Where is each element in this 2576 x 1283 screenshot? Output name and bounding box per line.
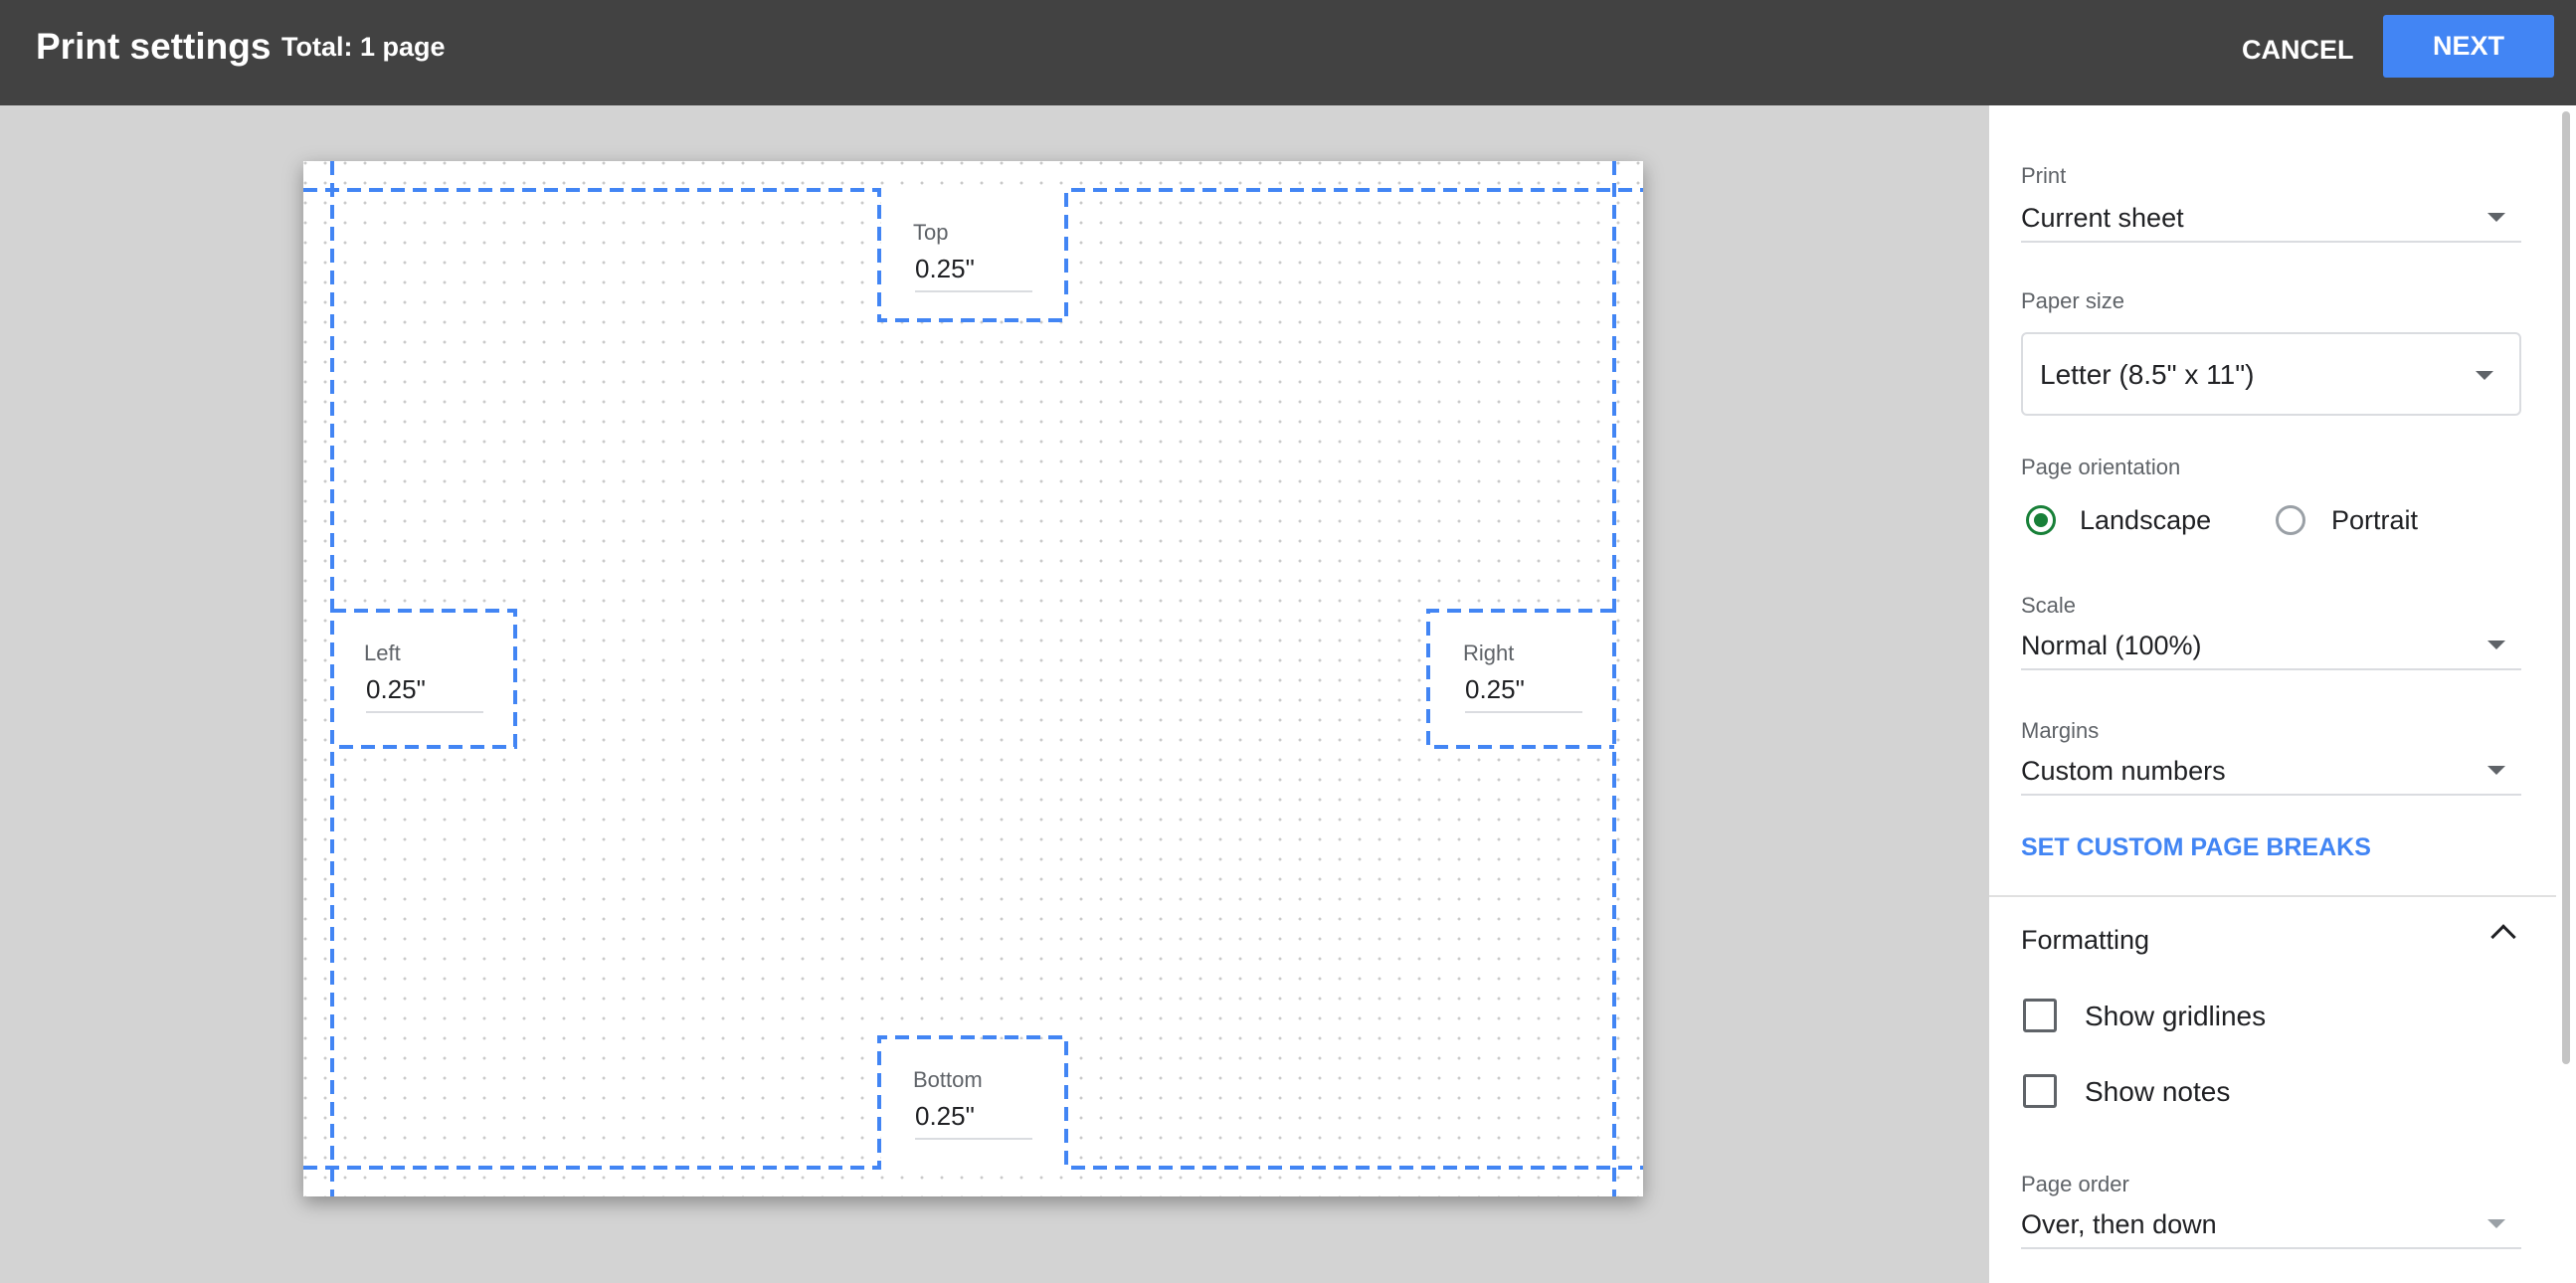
cancel-button[interactable]: CANCEL — [2220, 22, 2376, 78]
top-margin-input[interactable] — [915, 254, 1032, 292]
settings-scrollbar[interactable] — [2562, 111, 2570, 1064]
page-title: Print settings — [36, 26, 272, 67]
right-margin-control: Right — [1430, 613, 1612, 745]
margins-value: Custom numbers — [2021, 756, 2226, 786]
portrait-radio[interactable] — [2276, 505, 2305, 535]
paper-size-select[interactable]: Letter (8.5" x 11") — [2021, 332, 2521, 416]
margins-label: Margins — [2021, 718, 2100, 743]
print-select[interactable]: Current sheet — [2021, 193, 2521, 243]
next-button[interactable]: NEXT — [2383, 15, 2554, 78]
show-notes-checkbox[interactable] — [2023, 1074, 2057, 1108]
top-bar: Print settings Total: 1 page CANCEL NEXT — [0, 0, 2576, 105]
top-margin-control: Top — [881, 192, 1064, 318]
print-preview-area: Top Left Right Bottom — [0, 105, 1989, 1283]
caret-down-icon — [2487, 641, 2505, 649]
top-margin-label: Top — [913, 220, 949, 245]
scale-select[interactable]: Normal (100%) — [2021, 621, 2521, 670]
print-value: Current sheet — [2021, 203, 2184, 233]
right-margin-input[interactable] — [1465, 674, 1582, 713]
left-margin-label: Left — [364, 641, 401, 665]
caret-down-icon — [2487, 766, 2505, 775]
landscape-radio[interactable] — [2026, 505, 2056, 535]
paper-size-value: Letter (8.5" x 11") — [2040, 359, 2255, 390]
scale-value: Normal (100%) — [2021, 631, 2202, 660]
caret-down-icon — [2487, 213, 2505, 222]
landscape-label[interactable]: Landscape — [2080, 505, 2211, 536]
section-divider — [1989, 895, 2556, 897]
bottom-margin-control: Bottom — [881, 1039, 1064, 1166]
caret-down-icon — [2487, 1219, 2505, 1228]
page-order-value: Over, then down — [2021, 1209, 2217, 1239]
portrait-label[interactable]: Portrait — [2331, 505, 2418, 536]
show-gridlines-label[interactable]: Show gridlines — [2085, 1001, 2266, 1032]
page-preview: Top Left Right Bottom — [303, 161, 1643, 1196]
bottom-margin-label: Bottom — [913, 1067, 983, 1092]
settings-panel: Print Current sheet Paper size Letter (8… — [1989, 105, 2576, 1283]
page-count: Total: 1 page — [281, 32, 446, 62]
left-margin-control: Left — [334, 613, 513, 745]
paper-size-label: Paper size — [2021, 288, 2124, 313]
page-order-label: Page order — [2021, 1172, 2129, 1196]
print-label: Print — [2021, 163, 2067, 188]
bottom-margin-input[interactable] — [915, 1101, 1032, 1140]
margins-select[interactable]: Custom numbers — [2021, 746, 2521, 796]
caret-down-icon — [2476, 371, 2493, 380]
show-gridlines-checkbox[interactable] — [2023, 999, 2057, 1032]
show-notes-label[interactable]: Show notes — [2085, 1076, 2230, 1108]
set-custom-page-breaks-link[interactable]: SET CUSTOM PAGE BREAKS — [2021, 833, 2371, 862]
scale-label: Scale — [2021, 593, 2077, 618]
right-margin-label: Right — [1463, 641, 1515, 665]
page-order-select[interactable]: Over, then down — [2021, 1199, 2521, 1249]
formatting-section-header[interactable]: Formatting — [2021, 925, 2149, 956]
orientation-label: Page orientation — [2021, 455, 2181, 479]
left-margin-input[interactable] — [366, 674, 483, 713]
